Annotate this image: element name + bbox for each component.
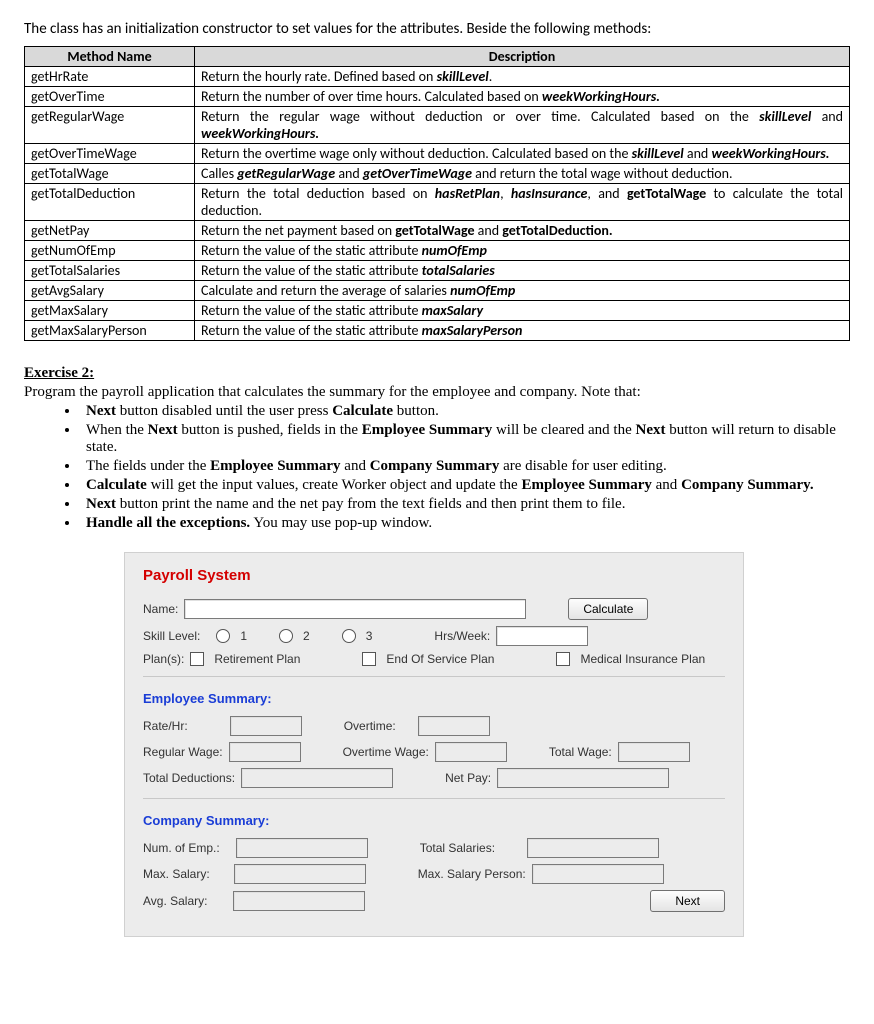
m-desc: Return the number of over time hours. Ca… [195, 87, 850, 107]
m-name: getMaxSalaryPerson [25, 321, 195, 341]
maxper-label: Max. Salary Person: [418, 867, 526, 881]
m-name: getNumOfEmp [25, 241, 195, 261]
plans-label: Plan(s): [143, 652, 184, 666]
plan-checkbox-retirement[interactable] [190, 652, 204, 666]
intro-text: The class has an initialization construc… [24, 20, 850, 38]
m-name: getOverTimeWage [25, 144, 195, 164]
avgsal-output [233, 891, 365, 911]
totsal-output [527, 838, 659, 858]
payroll-form: Payroll System Name: Calculate Skill Lev… [124, 552, 744, 937]
calculate-button[interactable]: Calculate [568, 598, 648, 620]
name-label: Name: [143, 602, 178, 616]
plan-opt-3: Medical Insurance Plan [580, 652, 705, 666]
m-desc: Return the value of the static attribute… [195, 241, 850, 261]
netpay-output [497, 768, 669, 788]
list-item: The fields under the Employee Summary an… [80, 458, 850, 475]
overtime-output [418, 716, 490, 736]
hrs-label: Hrs/Week: [434, 629, 490, 643]
m-desc: Return the net payment based on getTotal… [195, 221, 850, 241]
list-item: Next button disabled until the user pres… [80, 403, 850, 420]
totsal-label: Total Salaries: [420, 841, 495, 855]
form-title: Payroll System [143, 567, 725, 584]
list-item: Calculate will get the input values, cre… [80, 477, 850, 494]
m-desc: Return the hourly rate. Defined based on… [195, 67, 850, 87]
skill-opt-1: 1 [240, 629, 247, 643]
m-desc: Return the value of the static attribute… [195, 321, 850, 341]
plan-opt-1: Retirement Plan [214, 652, 300, 666]
overtime-label: Overtime: [344, 719, 396, 733]
hrs-input[interactable] [496, 626, 588, 646]
th-method: Method Name [25, 47, 195, 67]
m-desc: Return the regular wage without deductio… [195, 107, 850, 144]
exercise-title: Exercise 2: [24, 365, 850, 382]
totwage-label: Total Wage: [549, 745, 612, 759]
skill-opt-2: 2 [303, 629, 310, 643]
m-desc: Return the value of the static attribute… [195, 261, 850, 281]
totwage-output [618, 742, 690, 762]
netpay-label: Net Pay: [445, 771, 491, 785]
m-desc: Return the overtime wage only without de… [195, 144, 850, 164]
maxper-output [532, 864, 664, 884]
list-item: Next button print the name and the net p… [80, 496, 850, 513]
m-name: getNetPay [25, 221, 195, 241]
methods-table: Method Name Description getHrRateReturn … [24, 46, 850, 341]
plan-checkbox-eos[interactable] [362, 652, 376, 666]
plan-checkbox-medical[interactable] [556, 652, 570, 666]
maxsal-label: Max. Salary: [143, 867, 210, 881]
skill-radio-3[interactable] [342, 629, 356, 643]
emp-section-title: Employee Summary: [143, 691, 725, 706]
m-name: getAvgSalary [25, 281, 195, 301]
regwage-label: Regular Wage: [143, 745, 223, 759]
next-button[interactable]: Next [650, 890, 725, 912]
otwage-label: Overtime Wage: [343, 745, 429, 759]
skill-radio-1[interactable] [216, 629, 230, 643]
m-name: getTotalSalaries [25, 261, 195, 281]
totded-output [241, 768, 393, 788]
m-desc: Calles getRegularWage and getOverTimeWag… [195, 164, 850, 184]
m-name: getOverTime [25, 87, 195, 107]
regwage-output [229, 742, 301, 762]
maxsal-output [234, 864, 366, 884]
numemp-output [236, 838, 368, 858]
avgsal-label: Avg. Salary: [143, 894, 207, 908]
name-input[interactable] [184, 599, 526, 619]
rate-output [230, 716, 302, 736]
m-name: getTotalDeduction [25, 184, 195, 221]
plan-opt-2: End Of Service Plan [386, 652, 494, 666]
list-item: When the Next button is pushed, fields i… [80, 422, 850, 456]
list-item: Handle all the exceptions. You may use p… [80, 515, 850, 532]
exercise-intro: Program the payroll application that cal… [24, 384, 850, 401]
m-name: getTotalWage [25, 164, 195, 184]
totded-label: Total Deductions: [143, 771, 235, 785]
th-desc: Description [195, 47, 850, 67]
m-desc: Calculate and return the average of sala… [195, 281, 850, 301]
numemp-label: Num. of Emp.: [143, 841, 220, 855]
m-name: getHrRate [25, 67, 195, 87]
skill-radio-2[interactable] [279, 629, 293, 643]
otwage-output [435, 742, 507, 762]
exercise-list: Next button disabled until the user pres… [24, 403, 850, 532]
skill-label: Skill Level: [143, 629, 200, 643]
m-name: getRegularWage [25, 107, 195, 144]
comp-section-title: Company Summary: [143, 813, 725, 828]
rate-label: Rate/Hr: [143, 719, 188, 733]
m-desc: Return the total deduction based on hasR… [195, 184, 850, 221]
skill-opt-3: 3 [366, 629, 373, 643]
m-name: getMaxSalary [25, 301, 195, 321]
m-desc: Return the value of the static attribute… [195, 301, 850, 321]
